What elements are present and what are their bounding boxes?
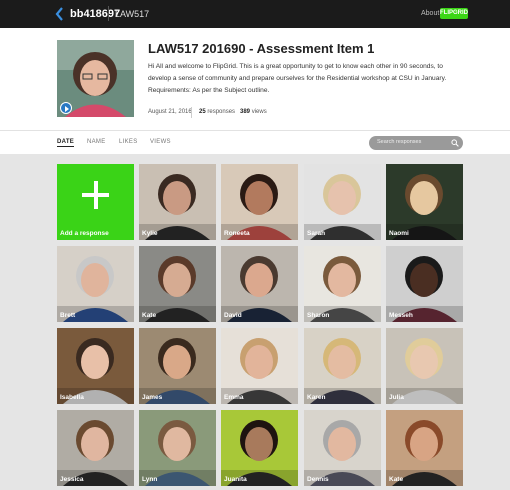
response-tile[interactable]: Isabella xyxy=(57,328,134,404)
response-tile[interactable]: Naomi xyxy=(386,164,463,240)
response-tile[interactable]: Lynn xyxy=(139,410,216,486)
response-name: Brett xyxy=(60,312,76,319)
sort-bar: DATE NAME LIKES VIEWS Search responses xyxy=(0,131,510,154)
add-response-label: Add a response xyxy=(60,230,109,237)
response-thumbnail xyxy=(304,328,381,404)
search-placeholder: Search responses xyxy=(377,139,422,145)
grid-id[interactable]: bb418697 xyxy=(70,8,120,20)
response-name: Emma xyxy=(224,394,244,401)
response-thumbnail xyxy=(57,410,134,486)
response-tile[interactable]: Brett xyxy=(57,246,134,322)
response-tile[interactable]: Julia xyxy=(386,328,463,404)
response-tile[interactable]: David xyxy=(221,246,298,322)
response-thumbnail xyxy=(304,164,381,240)
response-gallery: Add a response Kylie Roneeta Sarah Naomi Bre… xyxy=(0,154,510,490)
response-thumbnail xyxy=(386,328,463,404)
response-name: Sarah xyxy=(307,230,326,237)
views-count: 389 views xyxy=(240,109,267,115)
topic-title: LAW517 201690 - Assessment Item 1 xyxy=(148,41,375,56)
sort-tab-name[interactable]: NAME xyxy=(87,139,106,145)
response-thumbnail xyxy=(221,410,298,486)
response-tile[interactable]: Emma xyxy=(221,328,298,404)
topic-video-thumbnail[interactable] xyxy=(57,40,134,117)
response-name: Dennis xyxy=(307,476,329,483)
response-name: Naomi xyxy=(389,230,409,237)
response-name: Roneeta xyxy=(224,230,250,237)
response-name: Jessica xyxy=(60,476,84,483)
back-chevron-icon[interactable] xyxy=(54,7,66,21)
response-tile[interactable]: Juanita xyxy=(221,410,298,486)
response-tile[interactable]: James xyxy=(139,328,216,404)
response-tile[interactable]: Kate xyxy=(139,246,216,322)
response-name: Messeh xyxy=(389,312,413,319)
response-thumbnail xyxy=(221,164,298,240)
response-name: Julia xyxy=(389,394,404,401)
responses-count: 25 responses xyxy=(199,109,236,115)
response-thumbnail xyxy=(386,410,463,486)
response-thumbnail xyxy=(57,246,134,322)
play-icon[interactable] xyxy=(60,102,72,114)
flipgrid-logo[interactable]: FLIPGRID xyxy=(440,8,468,19)
breadcrumb-divider xyxy=(108,6,109,21)
search-input[interactable]: Search responses xyxy=(369,136,463,150)
about-link[interactable]: About xyxy=(421,10,439,17)
response-tile[interactable]: Sharon xyxy=(304,246,381,322)
response-tile[interactable]: Roneeta xyxy=(221,164,298,240)
response-thumbnail xyxy=(221,246,298,322)
response-thumbnail xyxy=(139,410,216,486)
response-name: James xyxy=(142,394,163,401)
response-tile[interactable]: Messeh xyxy=(386,246,463,322)
response-name: Karen xyxy=(307,394,326,401)
sort-tab-likes[interactable]: LIKES xyxy=(119,139,138,145)
top-bar: bb418697 LAW517 About FLIPGRID xyxy=(0,0,510,28)
sort-tab-date[interactable]: DATE xyxy=(57,139,75,147)
response-thumbnail xyxy=(386,164,463,240)
response-tile[interactable]: Kate xyxy=(386,410,463,486)
breadcrumb[interactable]: LAW517 xyxy=(115,9,149,19)
response-name: David xyxy=(224,312,242,319)
response-tile[interactable]: Karen xyxy=(304,328,381,404)
response-thumbnail xyxy=(304,246,381,322)
add-response-button[interactable]: Add a response xyxy=(57,164,134,240)
topic-header: LAW517 201690 - Assessment Item 1 Hi All… xyxy=(0,28,510,130)
topic-description: Hi All and welcome to FlipGrid. This is … xyxy=(148,63,447,94)
response-name: Kate xyxy=(142,312,157,319)
response-thumbnail xyxy=(304,410,381,486)
response-thumbnail xyxy=(386,246,463,322)
response-name: Lynn xyxy=(142,476,158,483)
response-thumbnail xyxy=(139,328,216,404)
meta-divider xyxy=(191,107,192,118)
response-thumbnail xyxy=(221,328,298,404)
sort-tab-views[interactable]: VIEWS xyxy=(150,139,171,145)
topic-date: August 21, 2016 xyxy=(148,109,192,115)
response-name: Juanita xyxy=(224,476,247,483)
response-tile[interactable]: Dennis xyxy=(304,410,381,486)
search-icon[interactable] xyxy=(451,139,459,147)
response-name: Kylie xyxy=(142,230,158,237)
response-name: Isabella xyxy=(60,394,84,401)
response-thumbnail xyxy=(139,164,216,240)
response-thumbnail xyxy=(57,328,134,404)
response-tile[interactable]: Kylie xyxy=(139,164,216,240)
response-tile[interactable]: Sarah xyxy=(304,164,381,240)
response-tile[interactable]: Jessica xyxy=(57,410,134,486)
response-thumbnail xyxy=(139,246,216,322)
response-name: Kate xyxy=(389,476,404,483)
response-name: Sharon xyxy=(307,312,330,319)
